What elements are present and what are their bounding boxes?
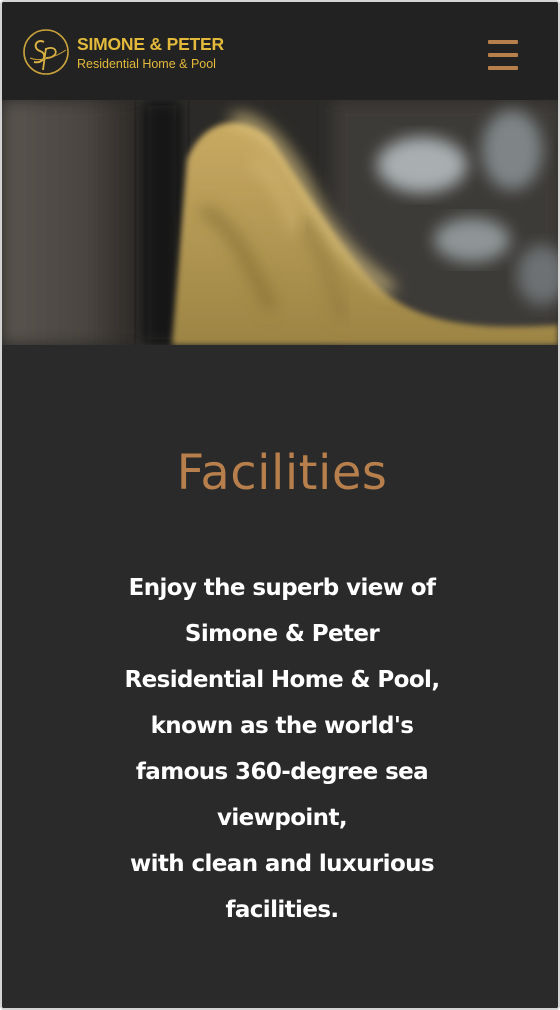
description-line: Residential Home & Pool,	[124, 667, 441, 693]
hamburger-menu-icon[interactable]	[484, 38, 522, 72]
description-line: Simone & Peter	[184, 621, 380, 647]
brand-title: SIMONE & PETER	[77, 34, 224, 54]
description-line: facilities.	[225, 897, 339, 923]
section-description: Enjoy the superb view of Simone & Peter …	[110, 565, 454, 933]
description-line: Enjoy the superb view of	[128, 575, 436, 601]
menu-bar	[488, 66, 518, 70]
description-line: viewpoint,	[217, 805, 348, 831]
menu-bar	[488, 53, 518, 57]
sp-monogram-icon	[23, 29, 69, 75]
brand-subtitle: Residential Home & Pool	[77, 57, 216, 71]
menu-bar	[488, 40, 518, 44]
description-line: with clean and luxurious	[129, 851, 435, 877]
blurred-napkin-photo	[2, 100, 558, 345]
logo[interactable]: SIMONE & PETER Residential Home & Pool	[22, 28, 224, 78]
site-header: SIMONE & PETER Residential Home & Pool	[2, 2, 558, 100]
page: SIMONE & PETER Residential Home & Pool F…	[0, 0, 560, 1010]
section-heading: Facilities	[176, 445, 388, 501]
hero-image	[2, 100, 558, 345]
description-line: famous 360-degree sea	[135, 759, 429, 785]
facilities-section: Facilities Enjoy the superb view of Simo…	[2, 345, 558, 1008]
description-line: known as the world's	[150, 713, 414, 739]
